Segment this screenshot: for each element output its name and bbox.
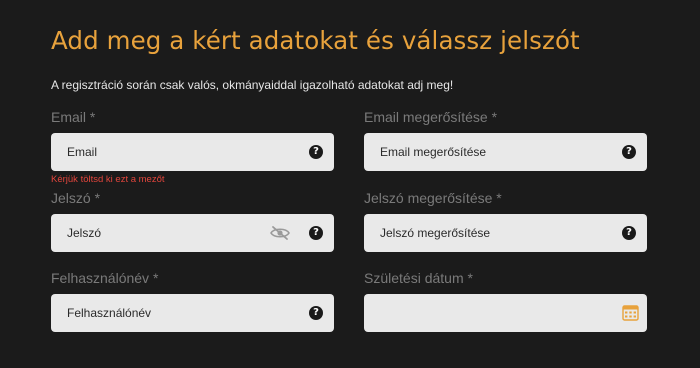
help-icon[interactable]: ? [309,226,323,240]
help-icon[interactable]: ? [309,306,323,320]
username-field[interactable]: Felhasználónév ? [51,294,334,332]
email-confirm-placeholder: Email megerősítése [380,145,487,159]
email-field[interactable]: Email ? [51,133,334,171]
email-confirm-label: Email megerősítése * [364,109,498,125]
help-icon[interactable]: ? [622,145,636,159]
password-placeholder: Jelszó [67,226,102,240]
email-error-message: Kérjük töltsd ki ezt a mezőt [51,174,165,185]
email-label: Email * [51,109,96,125]
help-icon[interactable]: ? [309,145,323,159]
page-title: Add meg a kért adatokat és válassz jelsz… [51,26,580,55]
email-placeholder: Email [67,145,98,159]
help-icon[interactable]: ? [622,226,636,240]
password-label: Jelszó * [51,190,101,206]
birth-date-label: Születési dátum * [364,270,473,286]
birth-date-field[interactable] [364,294,647,332]
email-confirm-field[interactable]: Email megerősítése ? [364,133,647,171]
password-field[interactable]: Jelszó ? [51,214,334,252]
password-confirm-field[interactable]: Jelszó megerősítése ? [364,214,647,252]
calendar-icon[interactable] [622,304,639,321]
password-confirm-label: Jelszó megerősítése * [364,190,502,206]
username-label: Felhasználónév * [51,270,159,286]
page-subtitle: A regisztráció során csak valós, okmánya… [51,78,454,92]
password-confirm-placeholder: Jelszó megerősítése [380,226,491,240]
username-placeholder: Felhasználónév [67,306,152,320]
eye-slash-icon[interactable] [269,225,291,241]
